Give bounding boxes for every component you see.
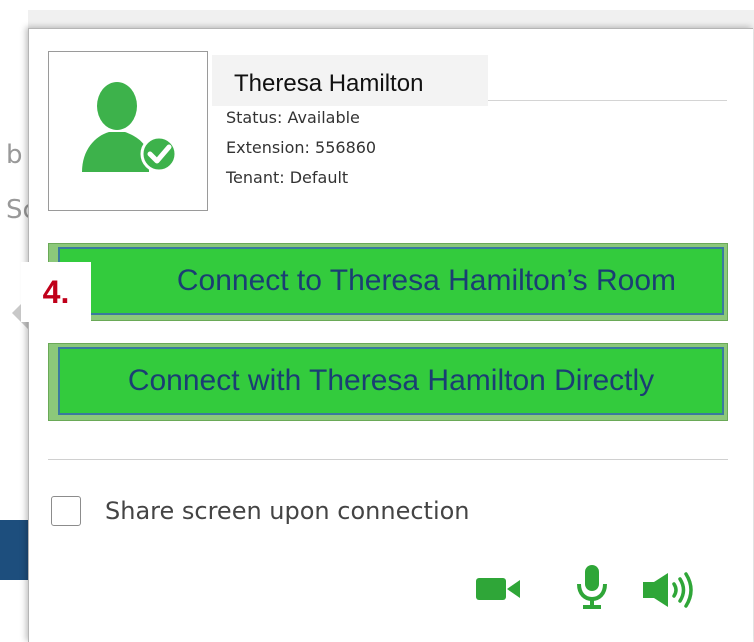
user-available-icon <box>82 82 178 173</box>
share-screen-option: Share screen upon connection <box>51 491 470 531</box>
background-text-fragment: b <box>6 140 23 170</box>
avatar <box>48 51 208 211</box>
contact-name: Theresa Hamilton <box>234 70 424 97</box>
connect-room-label: Connect to Theresa Hamilton’s Room <box>58 247 724 315</box>
connect-direct-label: Connect with Theresa Hamilton Directly <box>58 347 724 415</box>
contact-extension: Extension: 556860 <box>226 138 377 157</box>
name-divider <box>488 100 727 101</box>
section-divider <box>48 459 728 460</box>
contact-status: Status: Available <box>226 108 360 127</box>
step-number-annotation: 4. <box>21 262 91 322</box>
background-blue-strip <box>0 520 28 580</box>
microphone-icon[interactable] <box>574 563 610 615</box>
connect-room-button[interactable]: Connect to Theresa Hamilton’s Room <box>48 243 728 321</box>
contact-name-box: Theresa Hamilton <box>212 55 488 106</box>
speaker-icon[interactable] <box>641 569 701 615</box>
camera-icon[interactable] <box>474 569 524 613</box>
share-screen-label: Share screen upon connection <box>105 497 470 525</box>
contact-tenant: Tenant: Default <box>226 168 349 187</box>
share-screen-checkbox[interactable] <box>51 496 81 526</box>
background-window-top <box>0 0 754 10</box>
contact-popup: Theresa Hamilton Status: Available Exten… <box>21 28 753 642</box>
connect-direct-button[interactable]: Connect with Theresa Hamilton Directly <box>48 343 728 421</box>
